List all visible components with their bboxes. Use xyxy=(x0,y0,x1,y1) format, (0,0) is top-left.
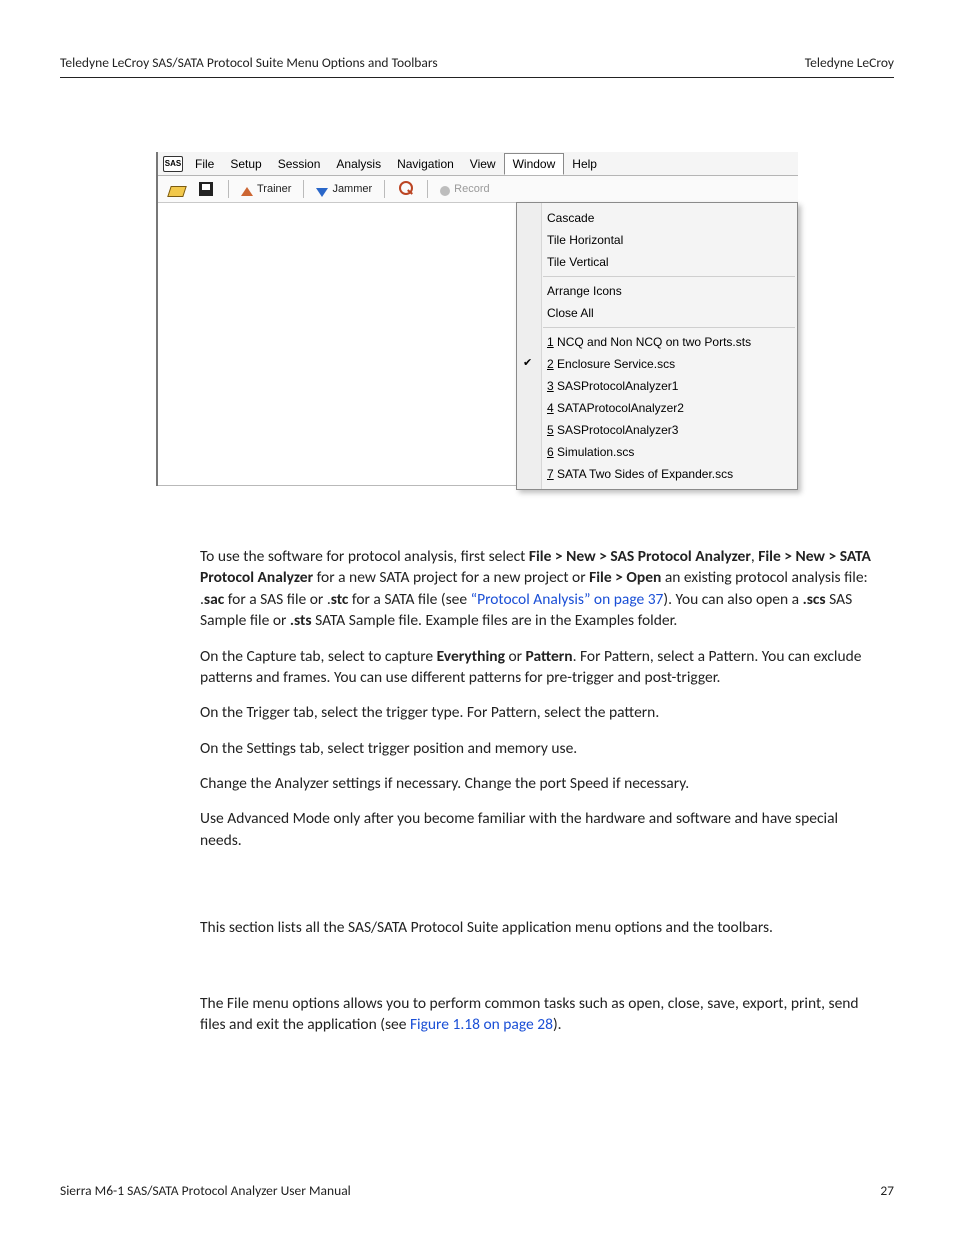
menu-item-arrange-icons[interactable]: Arrange Icons xyxy=(517,280,797,302)
doc-label: NCQ and Non NCQ on two Ports.sts xyxy=(554,335,751,349)
jammer-button[interactable]: Jammer xyxy=(312,180,376,199)
header-right: Teledyne LeCroy xyxy=(805,54,894,71)
menu-navigation[interactable]: Navigation xyxy=(389,154,462,174)
menubar: SAS File Setup Session Analysis Navigati… xyxy=(158,152,798,176)
menu-item-document[interactable]: 1 NCQ and Non NCQ on two Ports.sts xyxy=(517,331,797,353)
open-icon xyxy=(168,180,186,198)
footer-right: 27 xyxy=(880,1182,894,1199)
menu-item-document[interactable]: 7 SATA Two Sides of Expander.scs xyxy=(517,463,797,485)
menu-view[interactable]: View xyxy=(462,154,504,174)
doc-accelerator: 4 xyxy=(547,401,554,415)
toolbar-separator xyxy=(384,180,385,198)
doc-label: SASProtocolAnalyzer3 xyxy=(554,423,679,437)
trainer-label: Trainer xyxy=(257,183,291,195)
jammer-label: Jammer xyxy=(332,183,372,195)
body-copy: To use the software for protocol analysi… xyxy=(200,546,880,1035)
menu-item-document[interactable]: 2 Enclosure Service.scs xyxy=(517,353,797,375)
save-button[interactable] xyxy=(194,178,220,200)
doc-label: SATA Two Sides of Expander.scs xyxy=(554,467,733,481)
menu-item-document[interactable]: 6 Simulation.scs xyxy=(517,441,797,463)
paragraph: Change the Analyzer settings if necessar… xyxy=(200,773,880,794)
menu-item-tile-vertical[interactable]: Tile Vertical xyxy=(517,251,797,273)
link-protocol-analysis[interactable]: “Protocol Analysis” on page 37 xyxy=(471,590,664,609)
page-footer: Sierra M6-1 SAS/SATA Protocol Analyzer U… xyxy=(60,1182,894,1199)
menu-window[interactable]: Window xyxy=(504,153,565,175)
doc-accelerator: 5 xyxy=(547,423,554,437)
search-button[interactable] xyxy=(393,178,419,200)
doc-accelerator: 7 xyxy=(547,467,554,481)
open-button[interactable] xyxy=(164,178,190,200)
menu-item-close-all[interactable]: Close All xyxy=(517,302,797,324)
window-menu-dropdown: Cascade Tile Horizontal Tile Vertical Ar… xyxy=(516,202,798,490)
menu-item-document[interactable]: 3 SASProtocolAnalyzer1 xyxy=(517,375,797,397)
paragraph: Use Advanced Mode only after you become … xyxy=(200,808,880,851)
paragraph: To use the software for protocol analysi… xyxy=(200,546,880,632)
app-icon: SAS xyxy=(163,156,183,172)
record-button[interactable]: Record xyxy=(436,180,493,198)
doc-accelerator: 3 xyxy=(547,379,554,393)
save-icon xyxy=(198,180,216,198)
toolbar-separator xyxy=(228,180,229,198)
doc-label: SATAProtocolAnalyzer2 xyxy=(554,401,684,415)
trainer-button[interactable]: Trainer xyxy=(237,181,295,198)
dropdown-separator xyxy=(543,327,795,328)
menu-item-document[interactable]: 4 SATAProtocolAnalyzer2 xyxy=(517,397,797,419)
app-client-area: Cascade Tile Horizontal Tile Vertical Ar… xyxy=(158,203,798,486)
menu-item-document[interactable]: 5 SASProtocolAnalyzer3 xyxy=(517,419,797,441)
paragraph: On the Settings tab, select trigger posi… xyxy=(200,738,880,759)
toolbar-separator xyxy=(427,180,428,198)
menu-item-cascade[interactable]: Cascade xyxy=(517,207,797,229)
menu-item-tile-horizontal[interactable]: Tile Horizontal xyxy=(517,229,797,251)
doc-label: Simulation.scs xyxy=(554,445,635,459)
toolbar-separator xyxy=(303,180,304,198)
dropdown-separator xyxy=(543,276,795,277)
link-figure-1-18[interactable]: Figure 1.18 on page 28 xyxy=(410,1015,553,1034)
paragraph: On the Capture tab, select to capture Ev… xyxy=(200,646,880,689)
doc-label: SASProtocolAnalyzer1 xyxy=(554,379,679,393)
header-left: Teledyne LeCroy SAS/SATA Protocol Suite … xyxy=(60,54,438,71)
record-dot-icon xyxy=(440,186,450,196)
doc-accelerator: 1 xyxy=(547,335,554,349)
menu-setup[interactable]: Setup xyxy=(222,154,269,174)
menu-analysis[interactable]: Analysis xyxy=(328,154,389,174)
paragraph: The File menu options allows you to perf… xyxy=(200,993,880,1036)
menu-session[interactable]: Session xyxy=(270,154,329,174)
paragraph: On the Trigger tab, select the trigger t… xyxy=(200,702,880,723)
trainer-up-icon xyxy=(241,187,253,196)
page-header: Teledyne LeCroy SAS/SATA Protocol Suite … xyxy=(60,54,894,78)
menu-file[interactable]: File xyxy=(187,154,222,174)
doc-label: Enclosure Service.scs xyxy=(554,357,675,371)
menu-help[interactable]: Help xyxy=(564,154,605,174)
record-label: Record xyxy=(454,183,489,195)
jammer-down-icon xyxy=(316,188,328,197)
app-screenshot: SAS File Setup Session Analysis Navigati… xyxy=(156,152,798,486)
toolbar: Trainer Jammer Record xyxy=(158,176,798,203)
paragraph: This section lists all the SAS/SATA Prot… xyxy=(200,917,880,938)
footer-left: Sierra M6-1 SAS/SATA Protocol Analyzer U… xyxy=(60,1182,351,1199)
doc-accelerator: 2 xyxy=(547,357,554,371)
doc-accelerator: 6 xyxy=(547,445,554,459)
search-icon xyxy=(397,180,415,198)
